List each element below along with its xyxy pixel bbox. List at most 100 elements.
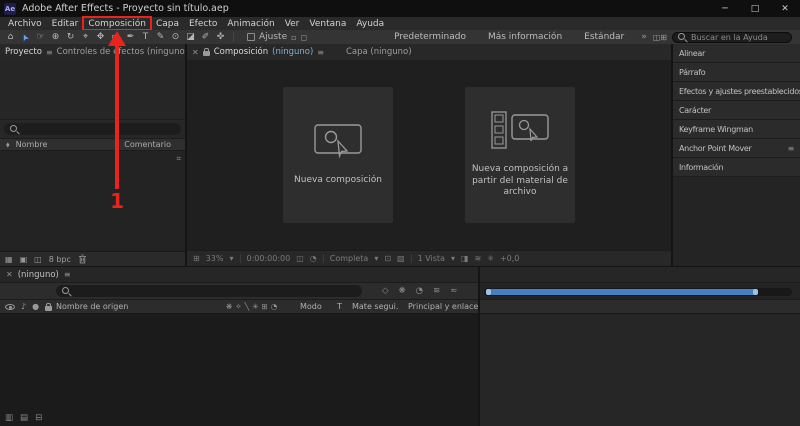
project-flowchart-icon[interactable]: ⌗ xyxy=(176,154,181,164)
snapshot-icon[interactable]: ◫ xyxy=(296,254,304,263)
panel-menu-icon[interactable]: ≡ xyxy=(46,48,53,57)
home-icon[interactable]: ⌂ xyxy=(4,31,17,44)
comp-flowchart-icon[interactable]: ◇ xyxy=(382,286,389,296)
project-item-list[interactable]: ⌗ xyxy=(0,151,185,251)
roto-brush-tool-icon[interactable]: ✐ xyxy=(199,31,212,44)
maximize-button[interactable]: □ xyxy=(740,0,770,17)
lock-viewer-icon[interactable] xyxy=(203,51,210,56)
toggle-transfer-controls-icon[interactable]: ▤ xyxy=(20,413,28,423)
snap-option-2-icon[interactable]: ◻ xyxy=(301,33,308,42)
color-depth-button[interactable]: 8 bpc xyxy=(49,255,71,264)
pen-tool-icon[interactable]: ✒ xyxy=(124,31,137,44)
panel-informacion[interactable]: Información xyxy=(673,158,800,177)
menu-item-archivo[interactable]: Archivo xyxy=(3,17,47,30)
column-principal-y-enlace[interactable]: Principal y enlace xyxy=(408,300,478,313)
draft-3d-icon[interactable]: ❋ xyxy=(399,286,406,296)
timeline-divider[interactable] xyxy=(478,267,480,426)
scrollbar-thumb[interactable] xyxy=(486,289,758,295)
magnification-select[interactable]: 33% xyxy=(206,254,224,263)
tab-controles-de-efectos[interactable]: Controles de efectos (ninguno) xyxy=(57,47,185,57)
panel-alinear[interactable]: Alinear xyxy=(673,44,800,63)
panel-caracter[interactable]: Carácter xyxy=(673,101,800,120)
column-nombre[interactable]: Nombre xyxy=(16,140,48,149)
new-folder-icon[interactable]: ▣ xyxy=(20,255,28,264)
brush-tool-icon[interactable]: ✎ xyxy=(154,31,167,44)
panel-parrafo[interactable]: Párrafo xyxy=(673,63,800,82)
toggle-in-out-icon[interactable]: ⊟ xyxy=(35,413,42,423)
timeline-search-input[interactable] xyxy=(75,287,356,296)
panel-keyframe-wingman[interactable]: Keyframe Wingman xyxy=(673,120,800,139)
eraser-tool-icon[interactable]: ◪ xyxy=(184,31,197,44)
timeline-tab[interactable]: (ninguno) xyxy=(18,270,59,280)
workspace-estandar[interactable]: Estándar xyxy=(584,32,624,42)
close-button[interactable]: ✕ xyxy=(770,0,800,17)
menu-item-editar[interactable]: Editar xyxy=(47,17,84,30)
menu-item-ver[interactable]: Ver xyxy=(280,17,305,30)
puppet-pin-tool-icon[interactable]: ✜ xyxy=(214,31,227,44)
resolution-select[interactable]: Completa xyxy=(330,254,369,263)
column-t[interactable]: T xyxy=(337,300,342,313)
new-composition-small-icon[interactable]: ◫ xyxy=(34,255,42,264)
workspace-add-icon[interactable]: ⊞ xyxy=(660,33,667,42)
workspace-grid-icon[interactable]: ◫ xyxy=(653,33,661,42)
menu-item-animacion[interactable]: Animación xyxy=(222,17,279,30)
zoom-tool-icon[interactable]: ⊕ xyxy=(49,31,62,44)
snap-checkbox[interactable] xyxy=(247,33,255,41)
hand-tool-icon[interactable]: ☞ xyxy=(34,31,47,44)
scrollbar-handle-right[interactable] xyxy=(753,289,758,295)
menu-item-ventana[interactable]: Ventana xyxy=(304,17,351,30)
close-panel-icon[interactable]: ✕ xyxy=(192,48,199,57)
new-composition-button[interactable]: Nueva composición xyxy=(283,87,393,223)
exposure-gear-icon[interactable]: ✳ xyxy=(487,254,494,263)
workspace-predeterminado[interactable]: Predeterminado xyxy=(394,32,466,42)
pan-behind-tool-icon[interactable]: ✥ xyxy=(94,31,107,44)
timeline-track-area[interactable] xyxy=(480,314,800,426)
panel-efectos-y-ajustes[interactable]: Efectos y ajustes preestablecidos xyxy=(673,82,800,101)
fast-previews-icon[interactable]: ≋ xyxy=(475,254,482,263)
pixel-aspect-icon[interactable]: ◨ xyxy=(461,254,469,263)
column-comentario[interactable]: Comentario xyxy=(124,140,179,149)
column-nombre-de-origen[interactable]: Nombre de origen xyxy=(56,300,128,313)
toggle-layer-switches-icon[interactable]: ▥ xyxy=(5,413,13,423)
tab-composicion[interactable]: Composición xyxy=(214,47,268,57)
snap-option-1-icon[interactable]: ▫ xyxy=(291,33,296,42)
frame-blend-master-icon[interactable]: ≋ xyxy=(433,286,440,296)
menu-item-efecto[interactable]: Efecto xyxy=(184,17,222,30)
type-tool-icon[interactable]: T xyxy=(139,31,152,44)
timeline-horizontal-scrollbar[interactable] xyxy=(484,288,792,296)
grid-options-icon[interactable]: ⊞ xyxy=(193,254,200,263)
transparency-grid-icon[interactable]: ▧ xyxy=(397,254,405,263)
help-search-input[interactable] xyxy=(691,33,786,42)
trash-icon[interactable] xyxy=(78,254,87,264)
exposure-value[interactable]: +0,0 xyxy=(500,254,519,263)
show-channels-icon[interactable]: ◔ xyxy=(310,254,317,263)
close-panel-icon[interactable]: ✕ xyxy=(6,270,13,279)
camera-tool-icon[interactable]: ⌖ xyxy=(79,31,92,44)
shy-master-icon[interactable]: ◔ xyxy=(416,286,423,296)
tab-capa[interactable]: Capa (ninguno) xyxy=(346,47,412,57)
new-composition-from-footage-button[interactable]: Nueva composición a partir del material … xyxy=(465,87,575,223)
motion-blur-master-icon[interactable]: ≈ xyxy=(450,286,457,296)
panel-menu-icon[interactable]: ≡ xyxy=(317,48,324,57)
clone-stamp-tool-icon[interactable]: ⊙ xyxy=(169,31,182,44)
rotate-tool-icon[interactable]: ↻ xyxy=(64,31,77,44)
minimize-button[interactable]: ─ xyxy=(710,0,740,17)
column-mate-segui[interactable]: Mate segui. xyxy=(352,300,398,313)
column-modo[interactable]: Modo xyxy=(300,300,322,313)
panel-menu-icon[interactable]: ≡ xyxy=(788,144,794,153)
menu-item-capa[interactable]: Capa xyxy=(151,17,184,30)
current-timecode[interactable]: 0:00:00:00 xyxy=(247,254,291,263)
region-of-interest-icon[interactable]: ⊡ xyxy=(384,254,391,263)
workspace-overflow-icon[interactable]: » xyxy=(641,32,647,42)
interpret-footage-icon[interactable]: ▦ xyxy=(5,255,13,264)
timeline-layer-list[interactable]: ▥ ▤ ⊟ xyxy=(0,314,478,426)
tab-proyecto[interactable]: Proyecto xyxy=(5,47,42,57)
shape-tool-icon[interactable]: ▭ xyxy=(109,31,122,44)
panel-anchor-point-mover[interactable]: Anchor Point Mover ≡ xyxy=(673,139,800,158)
menu-item-ayuda[interactable]: Ayuda xyxy=(351,17,389,30)
workspace-mas-informacion[interactable]: Más información xyxy=(488,32,562,42)
view-layout-select[interactable]: 1 Vista xyxy=(418,254,445,263)
scrollbar-handle-left[interactable] xyxy=(486,289,491,295)
project-search-input[interactable] xyxy=(23,125,175,134)
panel-menu-icon[interactable]: ≡ xyxy=(64,270,71,279)
